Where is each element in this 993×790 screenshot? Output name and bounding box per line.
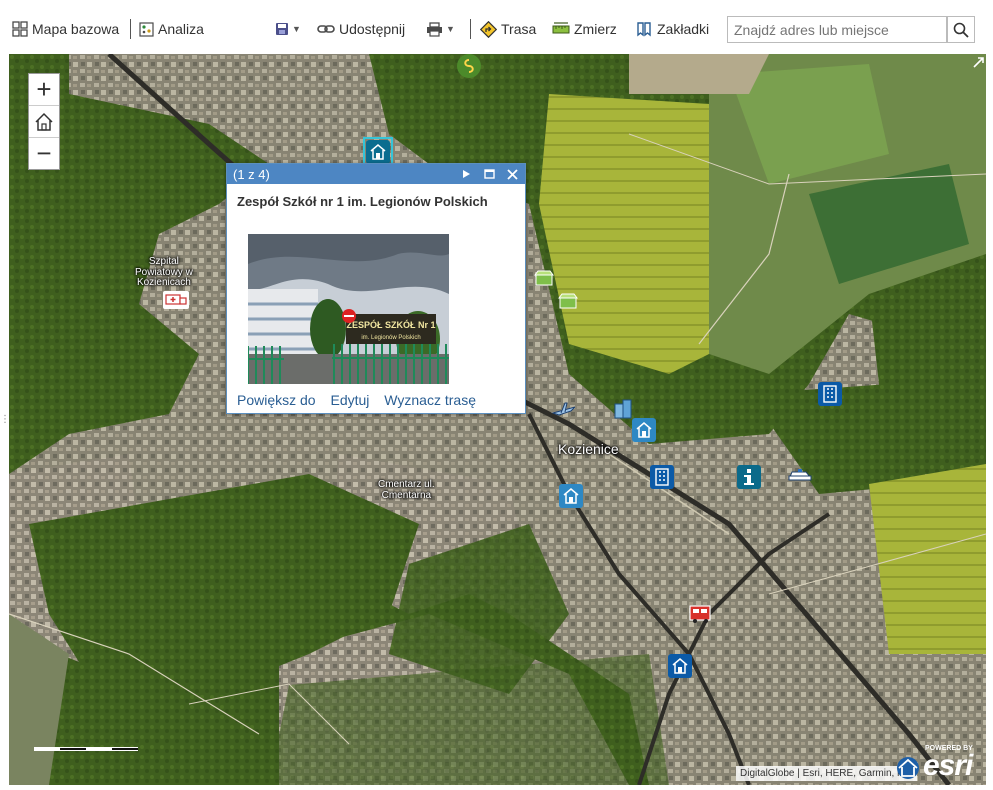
expand-icon[interactable] — [972, 56, 985, 74]
esri-globe-icon — [897, 757, 919, 779]
chevron-down-icon: ▼ — [446, 24, 455, 34]
analysis-button[interactable]: Analiza — [139, 18, 204, 40]
bookmarks-button[interactable]: Zakładki — [636, 18, 709, 40]
edit-link[interactable]: Edytuj — [330, 392, 369, 408]
printer-icon — [427, 21, 442, 37]
play-next-icon — [463, 170, 470, 178]
airplane-icon[interactable] — [551, 399, 575, 423]
search-input[interactable] — [727, 16, 947, 43]
home-button[interactable] — [29, 106, 59, 138]
hospital-label-line: Kozienicach — [136, 277, 191, 288]
shop-icon[interactable] — [556, 289, 580, 313]
home-icon — [35, 112, 53, 131]
cemetery-label-line: Cmentarna — [381, 489, 432, 501]
toolbar-separator — [130, 19, 131, 39]
directions-link[interactable]: Wyznacz trasę — [384, 392, 476, 408]
cemetery-label-line: Cmentarz ul. — [378, 479, 435, 490]
popup-count: (1 z 4) — [233, 166, 270, 182]
close-icon — [506, 168, 518, 180]
bookmarks-label: Zakładki — [657, 21, 710, 37]
route-label: Trasa — [501, 21, 537, 37]
popup-header: (1 z 4) — [227, 164, 525, 184]
scale-bar — [34, 740, 138, 758]
school-icon[interactable] — [632, 418, 656, 442]
ambulance-icon[interactable] — [163, 291, 189, 309]
sign-text: im. Legionów Polskich — [361, 335, 420, 341]
maximize-button[interactable] — [482, 167, 496, 181]
basemap-grid-icon — [12, 21, 28, 37]
link-icon — [317, 25, 335, 33]
map-view[interactable]: + − Szpital Powiatowy w Kozienicach Cmen… — [9, 54, 986, 785]
share-label: Udostępnij — [339, 21, 406, 37]
hospital-label-line: Szpital — [148, 256, 179, 267]
floppy-disk-icon — [276, 23, 288, 35]
analysis-icon — [139, 21, 154, 37]
zoom-controls: + − — [28, 73, 60, 170]
chevron-down-icon: ▼ — [292, 24, 301, 34]
hospital-label: Szpital Powiatowy w Kozienicach — [135, 256, 193, 289]
print-menu-button[interactable]: ▼ — [426, 18, 455, 40]
popup-title: Zespół Szkół nr 1 im. Legionów Polskich — [237, 194, 488, 209]
police-car-icon[interactable] — [788, 462, 812, 486]
basemap-label: Mapa bazowa — [32, 21, 120, 37]
next-feature-button[interactable] — [459, 167, 473, 181]
school-icon[interactable] — [559, 484, 583, 508]
building-icon[interactable] — [611, 397, 635, 421]
bookmarks-icon — [637, 22, 651, 37]
school-photo: ZESPÓŁ SZKÓŁ Nr 1 im. Legionów Polskich — [248, 234, 449, 384]
close-button[interactable] — [505, 167, 519, 181]
ruler-icon — [552, 22, 570, 34]
toolbar-separator — [470, 19, 471, 39]
analysis-label: Analiza — [158, 21, 204, 37]
popup-photo[interactable]: ZESPÓŁ SZKÓŁ Nr 1 im. Legionów Polskich — [248, 234, 449, 384]
school-icon[interactable] — [668, 654, 692, 678]
shop-icon[interactable] — [532, 266, 556, 290]
cemetery-label: Cmentarz ul. Cmentarna — [378, 479, 435, 501]
zoom-to-link[interactable]: Powiększ do — [237, 392, 316, 408]
measure-label: Zmierz — [574, 21, 617, 37]
share-button[interactable]: Udostępnij — [317, 18, 405, 40]
maximize-icon — [483, 169, 495, 179]
map-attribution: DigitalGlobe | Esri, HERE, Garmin, iPC — [736, 766, 918, 781]
school-icon[interactable] — [366, 140, 390, 164]
route-sign-icon — [480, 20, 497, 38]
panel-resize-handle[interactable]: ⋮ — [0, 414, 10, 425]
esri-wordmark: esri — [923, 749, 973, 782]
office-building-icon[interactable] — [650, 465, 674, 489]
basemap-button[interactable]: Mapa bazowa — [12, 18, 119, 40]
office-building-icon[interactable] — [818, 382, 842, 406]
fire-truck-icon[interactable] — [688, 601, 712, 625]
search-icon — [953, 22, 969, 38]
save-menu-button[interactable]: ▼ — [275, 18, 301, 40]
measure-button[interactable]: Zmierz — [552, 18, 617, 40]
info-icon[interactable] — [737, 465, 761, 489]
search-button[interactable] — [947, 16, 975, 43]
popup-actions: Powiększ do Edytuj Wyznacz trasę — [237, 392, 487, 408]
sign-text: ZESPÓŁ SZKÓŁ Nr 1 — [346, 319, 435, 330]
map-marker-icon[interactable] — [457, 54, 481, 78]
toolbar: Mapa bazowa Analiza ▼ Udostępnij ▼ Trasa… — [0, 0, 993, 54]
zoom-out-button[interactable]: − — [29, 138, 59, 169]
zoom-in-button[interactable]: + — [29, 74, 59, 106]
route-button[interactable]: Trasa — [480, 18, 536, 40]
city-label: Kozienice — [558, 441, 619, 457]
feature-popup: (1 z 4) Zespół Szkół nr 1 im. Legionów P… — [226, 163, 526, 414]
